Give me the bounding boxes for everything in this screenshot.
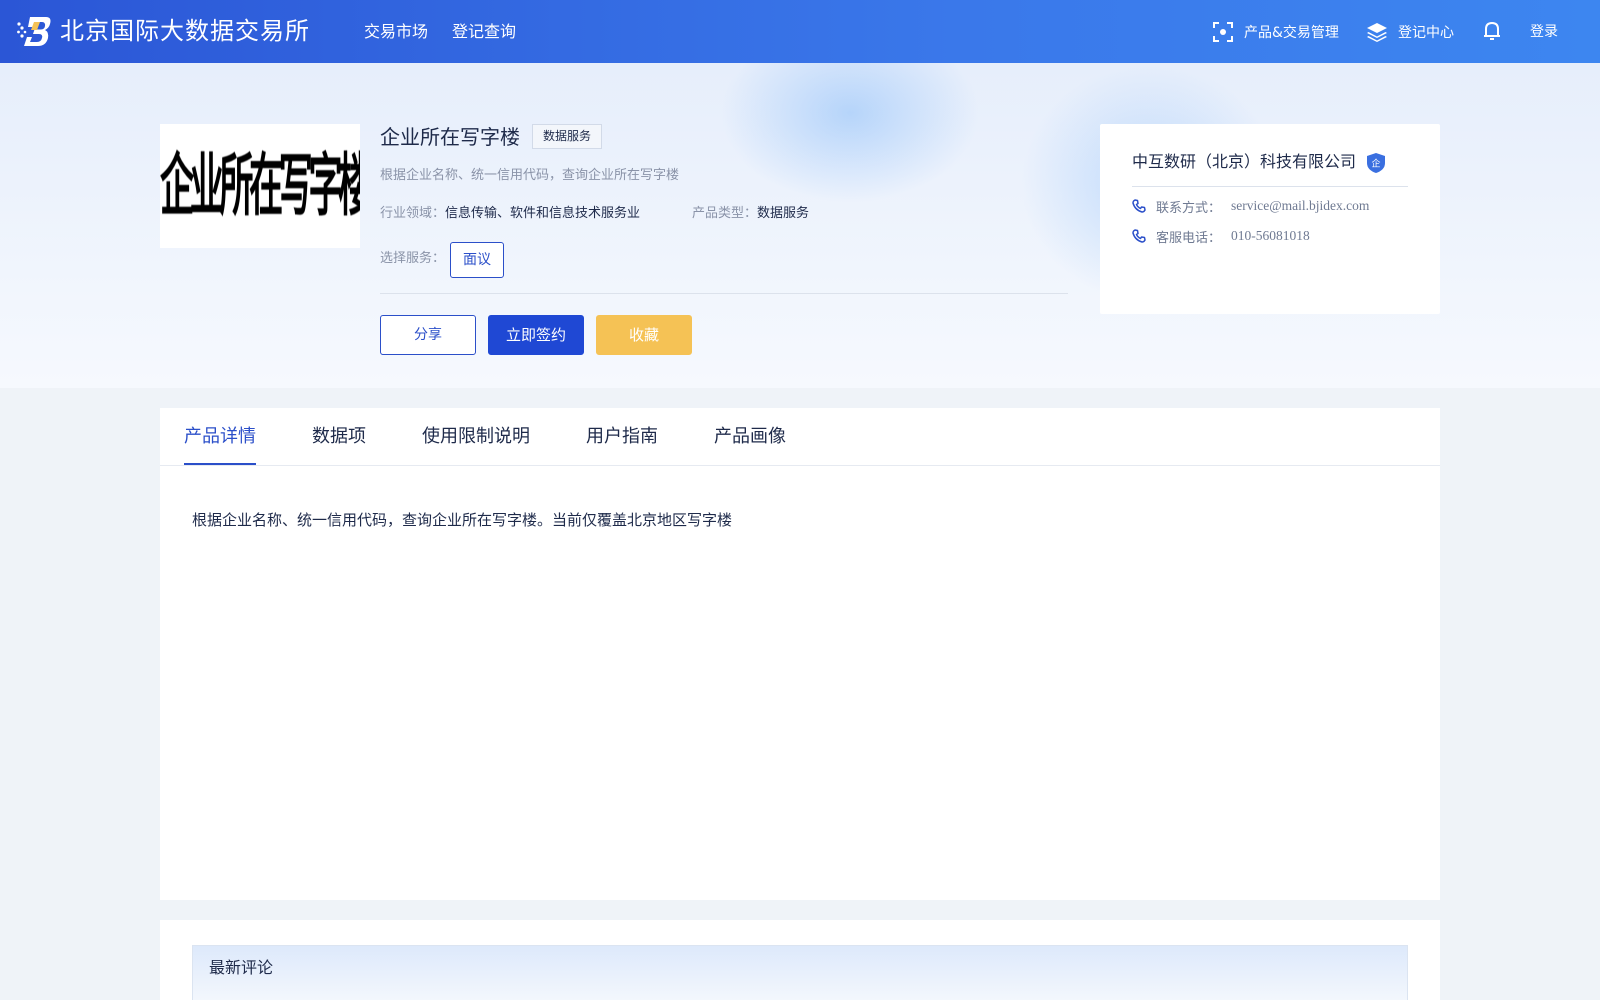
comments-header: 最新评论: [192, 945, 1408, 1000]
contact-method-row: 联系方式： service@mail.bjidex.com: [1132, 196, 1369, 216]
site-title[interactable]: 北京国际大数据交易所: [60, 14, 310, 48]
layers-icon: [1367, 23, 1387, 42]
product-detail-text: 根据企业名称、统一信用代码，查询企业所在写字楼。当前仅覆盖北京地区写字楼: [192, 511, 733, 529]
phone-icon: [1132, 229, 1146, 243]
registration-center-label: 登记中心: [1398, 25, 1454, 41]
product-trade-manage-label: 产品&交易管理: [1244, 25, 1339, 41]
product-title: 企业所在写字楼: [380, 125, 520, 149]
product-type-field: 产品类型：数据服务: [692, 204, 809, 224]
enterprise-badge-icon: 企: [1367, 153, 1385, 173]
logo-icon[interactable]: [16, 15, 52, 47]
scan-icon: [1213, 22, 1233, 42]
product-type-value: 数据服务: [757, 206, 810, 221]
industry-field: 行业领域：信息传输、软件和信息技术服务业: [380, 204, 640, 224]
product-description: 根据企业名称、统一信用代码，查询企业所在写字楼: [380, 168, 680, 183]
service-phone-row: 客服电话： 010-56081018: [1132, 226, 1310, 246]
favorite-button[interactable]: 收藏: [596, 315, 692, 355]
contact-method-label: 联系方式：: [1156, 200, 1222, 216]
product-image-text: 企业所在写字楼: [160, 145, 360, 226]
product-image: 企业所在写字楼: [160, 124, 360, 248]
divider: [1132, 186, 1408, 187]
service-select-label: 选择服务：: [380, 251, 446, 266]
tab-product-details[interactable]: 产品详情: [184, 424, 256, 450]
nav-registration-query[interactable]: 登记查询: [452, 20, 516, 44]
industry-label: 行业领域：: [380, 206, 446, 221]
divider: [380, 293, 1068, 294]
tab-product-portrait[interactable]: 产品画像: [714, 424, 786, 450]
tab-data-items[interactable]: 数据项: [312, 424, 366, 450]
industry-value: 信息传输、软件和信息技术服务业: [445, 206, 641, 221]
product-detail-panel: 产品详情 数据项 使用限制说明 用户指南 产品画像 根据企业名称、统一信用代码，…: [160, 408, 1440, 900]
product-type-label: 产品类型：: [692, 206, 758, 221]
login-link[interactable]: 登录: [1530, 20, 1558, 44]
product-trade-manage-link[interactable]: 产品&交易管理: [1212, 20, 1339, 44]
tab-bar: 产品详情 数据项 使用限制说明 用户指南 产品画像: [160, 408, 1440, 466]
enterprise-badge-text: 企: [1371, 158, 1380, 170]
tab-user-guide[interactable]: 用户指南: [586, 424, 658, 450]
bell-icon[interactable]: [1480, 19, 1504, 43]
comments-section: 最新评论: [160, 920, 1440, 1000]
comments-title: 最新评论: [209, 958, 274, 977]
service-phone-number[interactable]: 010-56081018: [1231, 228, 1310, 244]
service-phone-label: 客服电话：: [1156, 230, 1222, 246]
decorative-glow: [720, 63, 980, 203]
sign-now-button[interactable]: 立即签约: [488, 315, 584, 355]
registration-center-link[interactable]: 登记中心: [1366, 20, 1454, 44]
vendor-card: 中互数研（北京）科技有限公司 企 联系方式： service@mail.bjid…: [1100, 124, 1440, 314]
share-button[interactable]: 分享: [380, 315, 476, 355]
tab-usage-restrictions[interactable]: 使用限制说明: [422, 424, 530, 450]
top-header: 北京国际大数据交易所 交易市场 登记查询 产品&交易管理 登记中心 登录: [0, 0, 1600, 63]
active-tab-indicator: [184, 463, 256, 465]
service-option-negotiable[interactable]: 面议: [450, 242, 504, 278]
nav-trading-market[interactable]: 交易市场: [364, 20, 428, 44]
vendor-name[interactable]: 中互数研（北京）科技有限公司: [1132, 150, 1356, 174]
product-tag: 数据服务: [532, 124, 603, 149]
phone-icon: [1132, 199, 1146, 213]
contact-email[interactable]: service@mail.bjidex.com: [1231, 198, 1369, 214]
